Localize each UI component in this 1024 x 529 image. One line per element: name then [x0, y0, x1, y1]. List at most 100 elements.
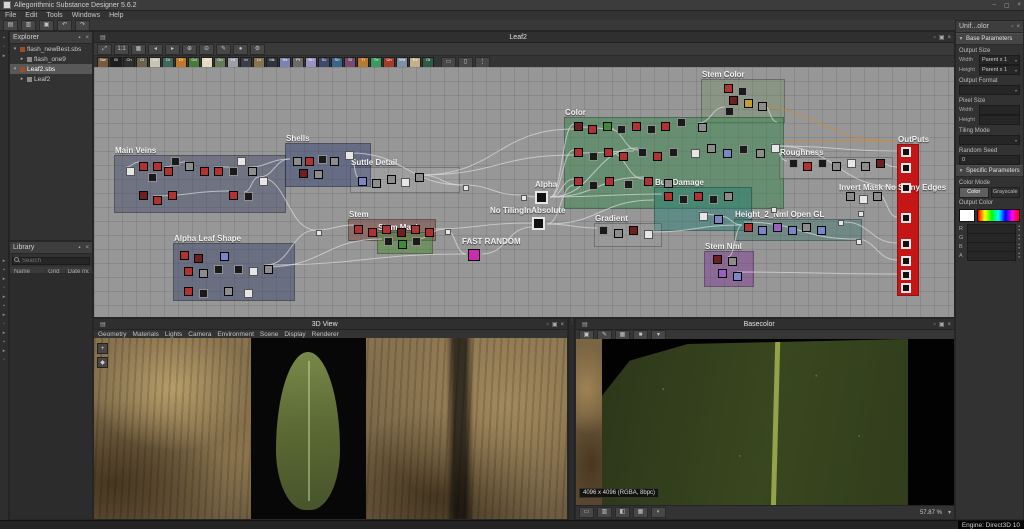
category-icon[interactable]: ▸: [3, 277, 6, 282]
float-icon[interactable]: ▣: [939, 322, 945, 328]
graph-node[interactable]: [214, 265, 223, 274]
graph-node[interactable]: [184, 287, 193, 296]
new-icon[interactable]: ▤: [3, 20, 18, 31]
graph-node[interactable]: [739, 145, 748, 154]
random-seed-field[interactable]: 0: [959, 155, 1020, 165]
view2d-viewport[interactable]: 4096 x 4096 (RGBA, 8bpc): [576, 339, 954, 506]
undock-icon[interactable]: ▫: [547, 322, 549, 328]
graph-node[interactable]: [718, 269, 727, 278]
step-down-icon[interactable]: ▾: [1018, 247, 1020, 251]
close-icon[interactable]: ×: [1016, 24, 1020, 30]
zoom-out-icon[interactable]: ⊖: [199, 44, 214, 55]
pin-icon[interactable]: ▪: [78, 245, 80, 251]
hue-gradient-bar[interactable]: [977, 209, 1020, 222]
undo-icon[interactable]: ↶: [57, 20, 72, 31]
view3d-menu-materials[interactable]: Materials: [133, 331, 159, 338]
graph-node[interactable]: [724, 192, 733, 201]
graph-node[interactable]: [168, 191, 177, 200]
close-icon[interactable]: ×: [1017, 2, 1021, 9]
layout-icon[interactable]: ▤: [100, 322, 106, 328]
graph-node[interactable]: [171, 157, 180, 166]
graph-node[interactable]: [148, 173, 157, 182]
graph-node[interactable]: [153, 162, 162, 171]
layout-icon[interactable]: ▤: [100, 35, 106, 41]
graph-node[interactable]: [589, 181, 598, 190]
graph-node[interactable]: [415, 173, 424, 182]
graph-node[interactable]: [901, 213, 911, 223]
view3d-menu-scene[interactable]: Scene: [260, 331, 278, 338]
graph-node[interactable]: [629, 226, 638, 235]
menu-edit[interactable]: Edit: [25, 12, 37, 19]
graph-node[interactable]: [861, 162, 870, 171]
graph-node[interactable]: [330, 157, 339, 166]
graph-node[interactable]: [677, 118, 686, 127]
graph-node[interactable]: [901, 147, 911, 157]
rotate-gizmo-icon[interactable]: ◆: [97, 357, 108, 368]
graph-node[interactable]: [180, 251, 189, 260]
tree-arrow-icon[interactable]: ▸: [19, 76, 25, 82]
graph-node[interactable]: [445, 229, 451, 235]
float-icon[interactable]: ▣: [939, 35, 945, 41]
section-specific-parameters[interactable]: ▼ Specific Parameters: [956, 165, 1023, 177]
view3d-menu-lights[interactable]: Lights: [165, 331, 182, 338]
graph-node[interactable]: [756, 149, 765, 158]
graph-node[interactable]: [803, 162, 812, 171]
category-icon[interactable]: ▸: [3, 331, 6, 336]
graph-node[interactable]: [425, 228, 434, 237]
menu-help[interactable]: Help: [109, 12, 123, 19]
category-icon[interactable]: ▫: [3, 322, 5, 327]
translate-gizmo-icon[interactable]: +: [97, 343, 108, 354]
tree-arrow-icon[interactable]: ▾: [12, 46, 18, 52]
graph-node[interactable]: [589, 152, 598, 161]
graph-node[interactable]: [299, 169, 308, 178]
category-icon[interactable]: ▫: [3, 358, 5, 363]
graph-node[interactable]: [729, 96, 738, 105]
save-icon[interactable]: ▣: [39, 20, 54, 31]
graph-node[interactable]: [345, 151, 354, 160]
tiling-mode-dropdown[interactable]: ▾: [959, 135, 1020, 145]
width-dropdown[interactable]: Parent x 1▾: [979, 55, 1020, 65]
graph-node[interactable]: [249, 267, 258, 276]
tree-item[interactable]: ▸flash_one9: [10, 54, 92, 64]
graph-node[interactable]: [771, 207, 777, 213]
graph-node[interactable]: [139, 191, 148, 200]
graph-node[interactable]: [847, 159, 856, 168]
layout-icon[interactable]: ▤: [582, 322, 588, 328]
graph-node[interactable]: [368, 228, 377, 237]
minimize-icon[interactable]: –: [992, 2, 995, 9]
graph-node[interactable]: [632, 122, 641, 131]
graph-node[interactable]: [858, 211, 864, 217]
graph-node[interactable]: [224, 287, 233, 296]
graph-node[interactable]: [723, 149, 732, 158]
view3d-tab-title[interactable]: 3D View: [109, 321, 541, 328]
tools-icon[interactable]: ▸: [3, 54, 6, 59]
graph-node[interactable]: [318, 155, 327, 164]
stepper-icon[interactable]: ▴▾: [1018, 234, 1020, 241]
graph-node[interactable]: [728, 257, 737, 266]
graph-node[interactable]: [588, 125, 597, 134]
graph-node[interactable]: [605, 177, 614, 186]
graph-node[interactable]: [669, 148, 678, 157]
graph-node[interactable]: [412, 237, 421, 246]
library-search-input[interactable]: [12, 257, 90, 265]
graph-node[interactable]: [694, 192, 703, 201]
graph-node[interactable]: [713, 255, 722, 264]
zoom-in-icon[interactable]: ⊕: [182, 44, 197, 55]
graph-node[interactable]: [532, 217, 545, 230]
stepper-icon[interactable]: ▴▾: [1018, 243, 1020, 250]
graph-node[interactable]: [220, 252, 229, 261]
graph-node[interactable]: [832, 162, 841, 171]
graph-node[interactable]: [603, 122, 612, 131]
height-dropdown[interactable]: Parent x 1▾: [979, 65, 1020, 75]
graph-node[interactable]: [382, 225, 391, 234]
graph-node[interactable]: [859, 195, 868, 204]
library-list[interactable]: [10, 273, 92, 519]
graph-node[interactable]: [901, 239, 911, 249]
graph-node[interactable]: [647, 125, 656, 134]
color-mode-color-button[interactable]: Color: [959, 187, 989, 198]
menu-tools[interactable]: Tools: [46, 12, 62, 19]
close-icon[interactable]: ×: [560, 322, 564, 328]
graph-node[interactable]: [184, 267, 193, 276]
graph-node[interactable]: [744, 99, 753, 108]
graph-node[interactable]: [773, 223, 782, 232]
